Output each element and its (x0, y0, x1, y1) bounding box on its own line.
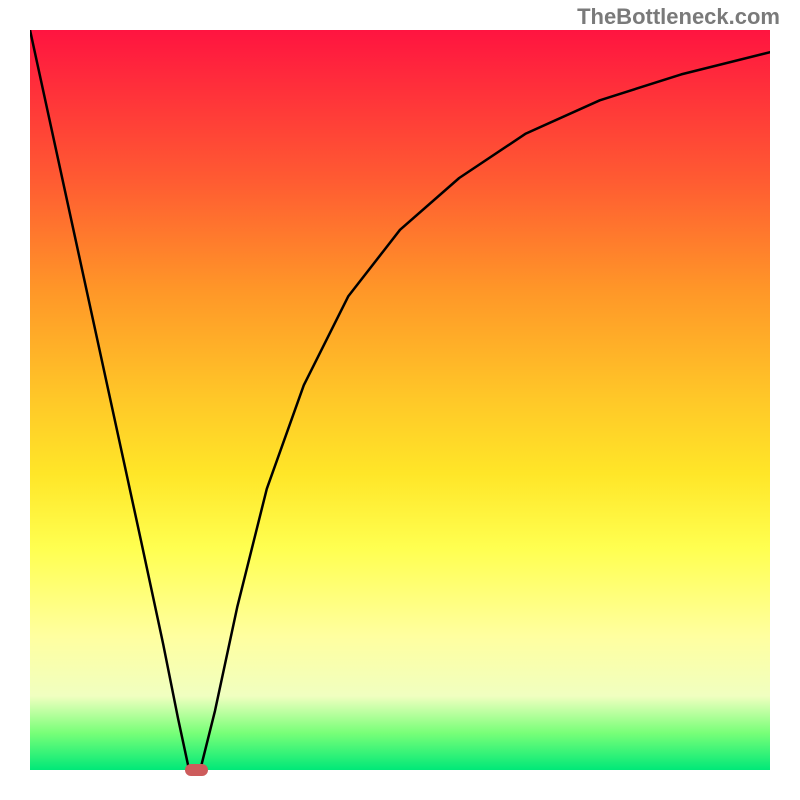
plot-area (30, 30, 770, 770)
chart-container: TheBottleneck.com (0, 0, 800, 800)
bottleneck-marker (185, 764, 207, 776)
watermark-label: TheBottleneck.com (577, 4, 780, 30)
curve-line (30, 30, 770, 770)
